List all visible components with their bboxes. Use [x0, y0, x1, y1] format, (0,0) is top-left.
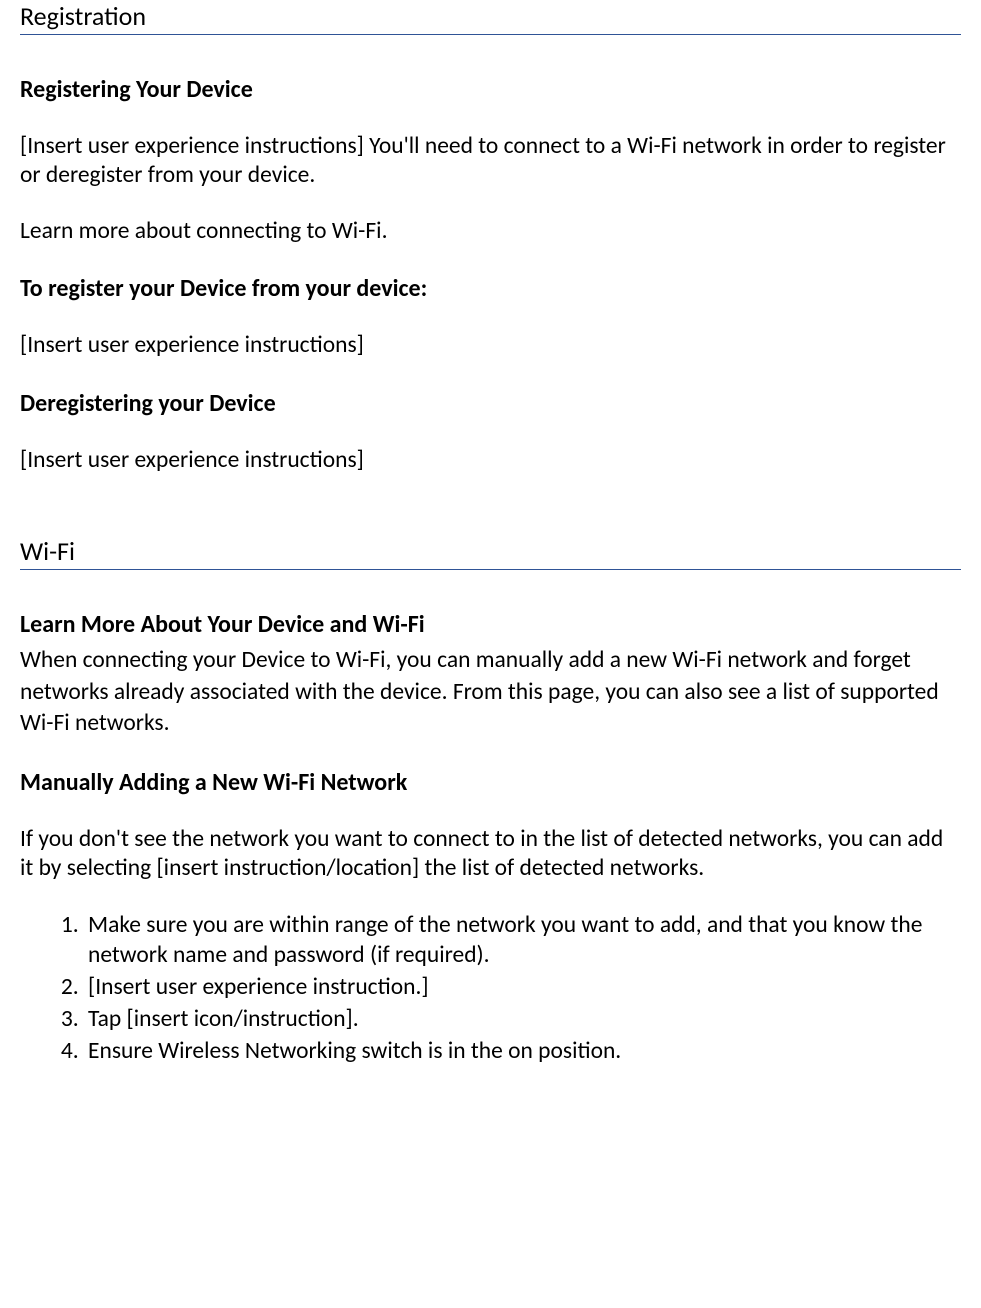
- heading-learn-more-wifi: Learn More About Your Device and Wi-Fi: [20, 610, 961, 639]
- list-item: [Insert user experience instruction.]: [84, 972, 961, 1002]
- section-title-registration: Registration: [20, 0, 961, 35]
- list-item: Tap [insert icon/instruction].: [84, 1004, 961, 1034]
- list-item: Ensure Wireless Networking switch is in …: [84, 1036, 961, 1066]
- heading-manual-add: Manually Adding a New Wi-Fi Network: [20, 768, 961, 797]
- heading-to-register: To register your Device from your device…: [20, 274, 961, 303]
- paragraph-register-intro: [Insert user experience instructions] Yo…: [20, 132, 961, 191]
- document-page: Registration Registering Your Device [In…: [0, 0, 981, 1088]
- paragraph-to-register-body: [Insert user experience instructions]: [20, 331, 961, 360]
- section-title-wifi: Wi-Fi: [20, 535, 961, 570]
- paragraph-learn-more-wifi: Learn more about connecting to Wi-Fi.: [20, 217, 961, 246]
- paragraph-learn-more-body: When connecting your Device to Wi-Fi, yo…: [20, 645, 961, 740]
- heading-registering-device: Registering Your Device: [20, 75, 961, 104]
- steps-list: Make sure you are within range of the ne…: [20, 910, 961, 1066]
- list-item: Make sure you are within range of the ne…: [84, 910, 961, 970]
- paragraph-deregister-body: [Insert user experience instructions]: [20, 446, 961, 475]
- heading-deregistering: Deregistering your Device: [20, 389, 961, 418]
- paragraph-manual-add-body: If you don't see the network you want to…: [20, 825, 961, 884]
